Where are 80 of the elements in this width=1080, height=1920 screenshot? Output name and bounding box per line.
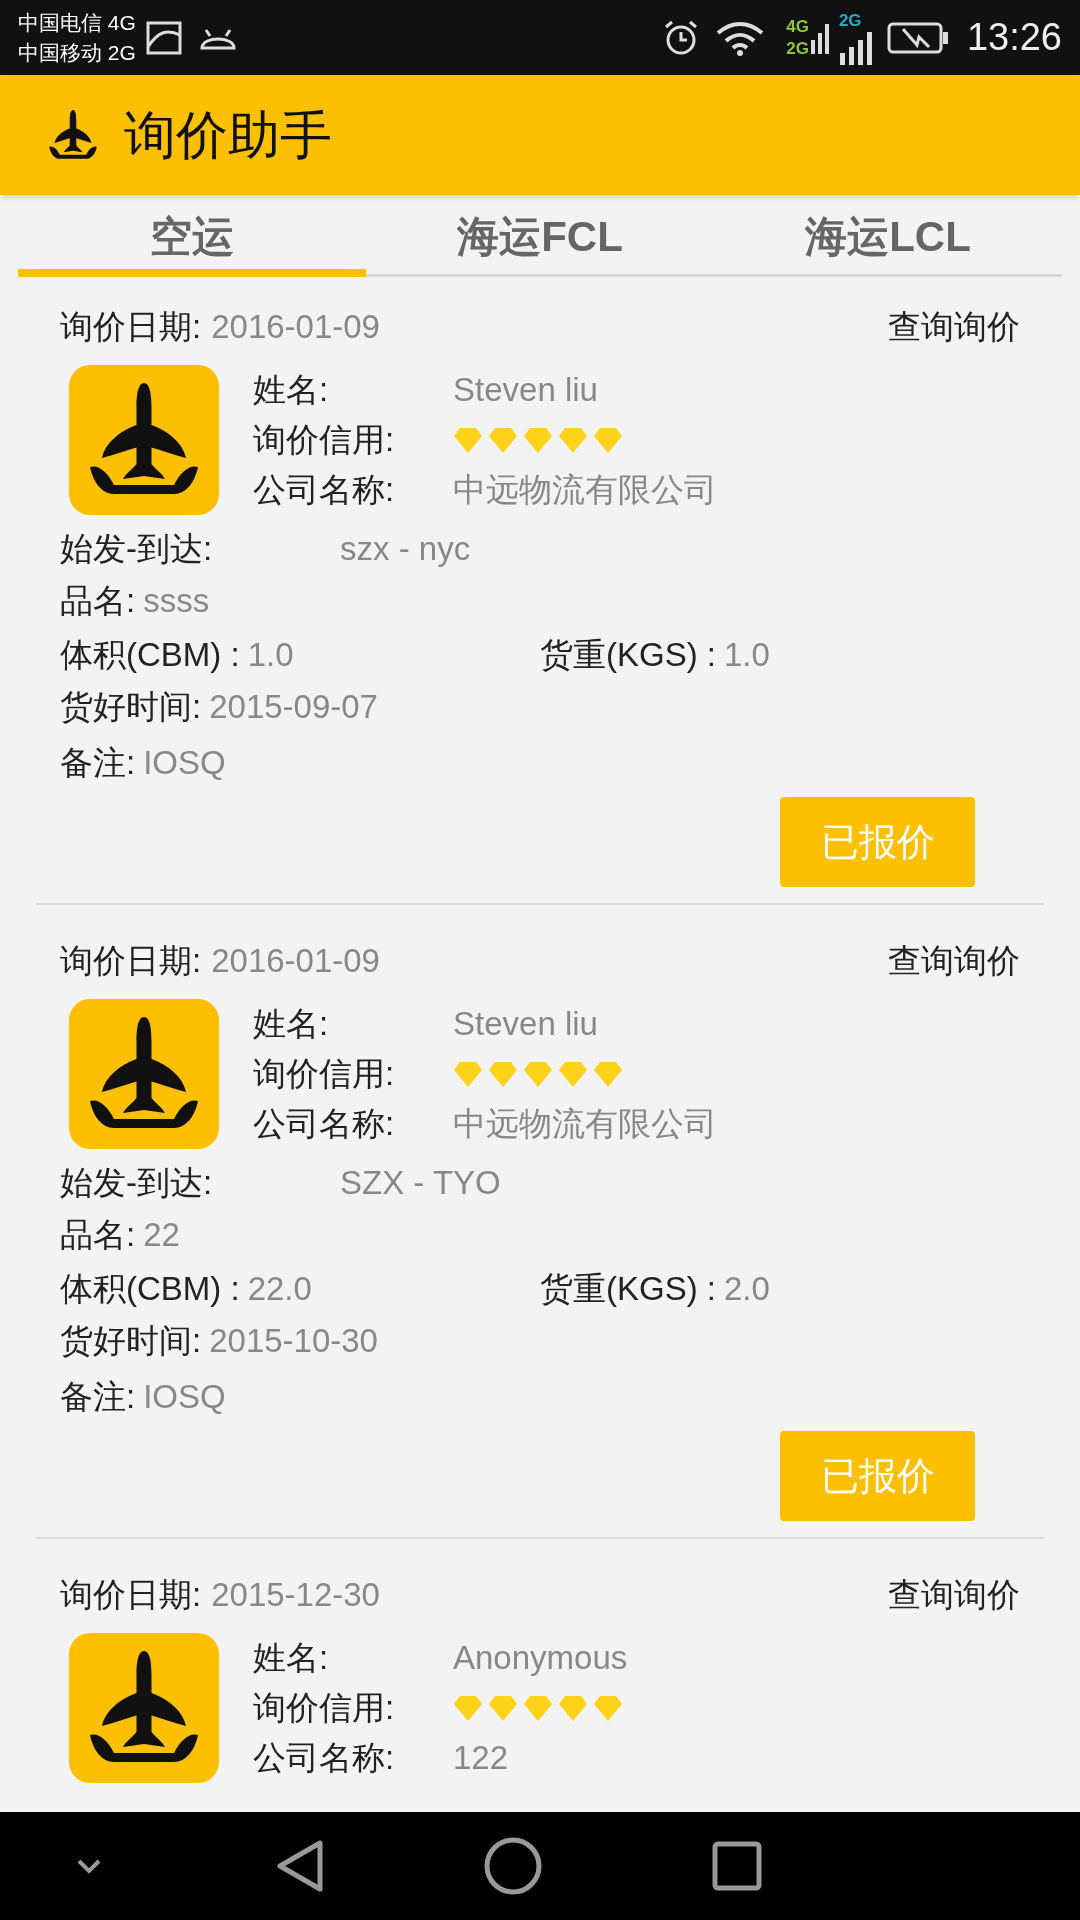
field-value: Anonymous: [453, 1638, 628, 1678]
field-value: 2015-12-30: [211, 1575, 380, 1616]
carrier-label: 中国电信 4G: [18, 9, 136, 36]
field-value: 中远物流有限公司: [453, 470, 717, 510]
field-label: 询价信用:: [253, 1689, 395, 1726]
field-value: 22: [143, 1215, 180, 1255]
field-label: 品名:: [60, 1215, 136, 1255]
field-label: 始发-到达:: [60, 530, 213, 567]
diamond-icon: [488, 426, 518, 454]
field-label: 姓名:: [253, 371, 329, 408]
diamond-icon: [558, 1694, 588, 1722]
tab[interactable]: 海运FCL: [366, 195, 714, 277]
field-value: szx - nyc: [340, 529, 471, 569]
diamond-icon: [593, 1060, 623, 1088]
carrier-label: 中国移动 2G: [18, 39, 136, 66]
field-label: 货好时间:: [60, 1321, 202, 1361]
diamond-icon: [523, 426, 553, 454]
query-inquiry-link[interactable]: 查询询价: [888, 302, 1020, 352]
field-label: 姓名:: [253, 1639, 329, 1676]
field-label: 体积(CBM) :: [60, 635, 240, 675]
field-label: 始发-到达:: [60, 1164, 213, 1201]
field-label: 姓名:: [253, 1005, 329, 1042]
field-label: 货好时间:: [60, 687, 202, 727]
field-value: 122: [453, 1738, 509, 1778]
diamond-icon: [523, 1060, 553, 1088]
query-inquiry-link[interactable]: 查询询价: [888, 1570, 1020, 1620]
diamond-icon: [488, 1694, 518, 1722]
field-label: 询价日期:: [60, 941, 202, 982]
field-value: IOSQ: [143, 1377, 226, 1417]
signal-icon: [838, 30, 875, 65]
recents-icon[interactable]: [712, 1841, 762, 1891]
field-value: IOSQ: [143, 743, 226, 783]
field-label: 备注:: [60, 743, 136, 783]
diamond-icon: [488, 1060, 518, 1088]
field-value: 22.0: [247, 1269, 312, 1309]
diamond-icon: [453, 1694, 483, 1722]
field-label: 询价日期:: [60, 1575, 202, 1616]
field-value: 中远物流有限公司: [453, 1104, 717, 1144]
field-label: 备注:: [60, 1377, 136, 1417]
image-icon: [145, 20, 182, 55]
field-value: 2016-01-09: [211, 307, 380, 348]
field-label: 公司名称:: [253, 1739, 395, 1776]
home-icon[interactable]: [484, 1837, 542, 1895]
field-value: Steven liu: [453, 1004, 598, 1044]
diamond-icon: [453, 426, 483, 454]
diamond-icon: [523, 1694, 553, 1722]
field-value: 1.0: [247, 635, 294, 675]
field-label: 货重(KGS) :: [540, 1269, 716, 1309]
diamond-icon: [558, 426, 588, 454]
field-value: 2016-01-09: [211, 941, 380, 982]
field-value: SZX - TYO: [340, 1163, 501, 1203]
collapse-icon[interactable]: [76, 1858, 102, 1874]
diamond-icon: [593, 1694, 623, 1722]
field-label: 询价信用:: [253, 1055, 395, 1092]
field-value: 1.0: [724, 635, 770, 675]
field-label: 体积(CBM) :: [60, 1269, 240, 1309]
field-value: 2.0: [724, 1269, 770, 1309]
field-value: 2015-09-07: [209, 687, 378, 727]
diamond-icon: [593, 426, 623, 454]
clock-time: 13:26: [966, 15, 1062, 60]
field-value: ssss: [143, 581, 210, 621]
network-label: 4G: [786, 15, 809, 38]
network-label: 2G: [838, 10, 863, 31]
field-value: 2015-10-30: [209, 1321, 378, 1361]
field-label: 货重(KGS) :: [540, 635, 716, 675]
tab[interactable]: 空运: [18, 195, 366, 277]
field-label: 品名:: [60, 581, 136, 621]
field-label: 询价信用:: [253, 421, 395, 458]
network-label: 2G: [786, 37, 809, 60]
app-title: 询价助手: [124, 105, 332, 166]
battery-icon: [886, 20, 949, 55]
query-inquiry-link[interactable]: 查询询价: [888, 936, 1020, 986]
back-icon[interactable]: [276, 1839, 324, 1893]
field-value: Steven liu: [453, 370, 598, 410]
field-label: 询价日期:: [60, 307, 202, 348]
field-label: 公司名称:: [253, 1105, 395, 1142]
tab[interactable]: 海运LCL: [714, 195, 1062, 277]
diamond-icon: [453, 1060, 483, 1088]
diamond-icon: [558, 1060, 588, 1088]
field-label: 公司名称:: [253, 471, 395, 508]
